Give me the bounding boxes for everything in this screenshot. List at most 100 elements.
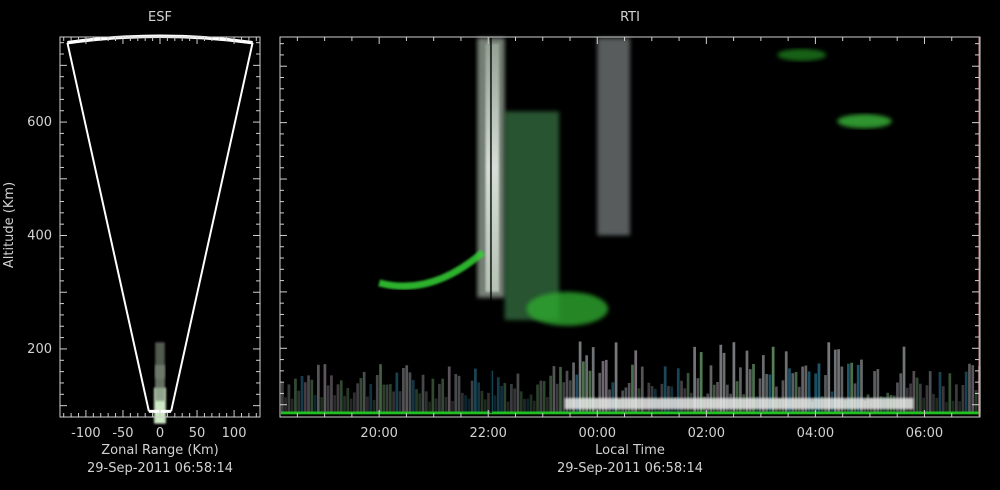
esf-x-tick-label: -50 [112, 426, 133, 441]
rti-bottom-streak [938, 371, 942, 414]
rti-bottom-streak [958, 401, 962, 414]
rti-bottom-streak [513, 388, 517, 414]
rti-x-tick-label: 00:00 [579, 426, 616, 441]
rti-bottom-streak [359, 378, 363, 414]
rti-bottom-streak [372, 400, 376, 414]
rti-bottom-streak [460, 392, 464, 414]
esf-x-tick-label: 0 [156, 426, 164, 441]
rti-bottom-streak [496, 377, 500, 414]
rti-bottom-streak [431, 378, 435, 414]
esf-echo [155, 342, 165, 379]
rti-bottom-streak [421, 374, 425, 414]
rti-bottom-streak [457, 375, 461, 414]
esf-y-tick-label: 600 [27, 115, 52, 130]
rti-bottom-streak [330, 375, 333, 414]
rti-bottom-streak [467, 398, 471, 414]
rti-bottom-streak [447, 366, 451, 414]
rti-timestamp: 29-Sep-2011 06:58:14 [557, 461, 703, 476]
rti-bottom-streak [451, 400, 454, 414]
rti-bottom-streak [480, 390, 484, 414]
rti-bottom-streak [477, 382, 481, 414]
rti-bottom-streak [336, 384, 340, 414]
rti-bottom-streak [408, 372, 412, 414]
rti-bottom-streak [519, 391, 523, 414]
esf-ticks: -100 -50 0 50 100 200 400 600 [27, 37, 260, 441]
rti-blob [526, 291, 609, 326]
rti-x-tick-label: 02:00 [688, 426, 725, 441]
rti-bottom-streak [349, 398, 353, 414]
rti-bottom-streak [935, 397, 939, 414]
rti-bottom-streak [352, 392, 356, 414]
rti-bottom-streak [343, 395, 346, 414]
rti-x-tick-label: 22:00 [469, 426, 506, 441]
rti-panel: RTI 20:00 22:00 00:00 02:00 04:00 06:00 Local… [279, 10, 981, 476]
rti-bottom-streak [385, 384, 389, 414]
esf-y-tick-label: 200 [27, 342, 52, 357]
rti-bottom-streak [500, 385, 503, 414]
rti-bottom-streak [444, 396, 448, 414]
rti-title: RTI [620, 10, 640, 25]
rti-bottom-streak [362, 371, 366, 414]
rti-bottom-streak [928, 371, 932, 414]
rti-bottom-streak [919, 383, 922, 414]
rti-bottom-streak [392, 391, 395, 414]
rti-plume [597, 38, 630, 236]
rti-bottom-streak [526, 398, 530, 414]
rti-bottom-streak [339, 380, 343, 414]
esf-ylabel: Altitude (Km) [2, 182, 17, 268]
rti-bottom-streak [941, 386, 945, 414]
rti-bottom-streak [516, 373, 520, 414]
rti-bottom-streak [411, 379, 415, 414]
rti-bottom-streak [532, 400, 536, 414]
rti-bottom-streak [968, 363, 971, 414]
rti-bottom-streak [333, 395, 337, 414]
rti-bottom-streak [375, 375, 379, 414]
rti-layer [378, 249, 486, 290]
rti-bottom-streak [441, 378, 445, 414]
rti-bottom-streak [415, 389, 418, 414]
rti-bottom-streak [346, 388, 350, 414]
rti-x-tick-label: 20:00 [360, 426, 397, 441]
rti-bottom-streak [552, 366, 556, 414]
rti-bottom-streak [284, 397, 287, 414]
esf-title: ESF [148, 10, 172, 25]
rti-bottom-streak [323, 364, 327, 414]
rti-bottom-streak [915, 377, 919, 414]
rti-plot-area [281, 38, 981, 415]
rti-bottom-streak [294, 378, 297, 414]
rti-bottom-streak [546, 397, 549, 414]
rti-bottom-streak [542, 381, 546, 414]
esf-timestamp: 29-Sep-2011 06:58:14 [87, 461, 233, 476]
rti-blob [837, 114, 892, 129]
rti-bottom-bright-band [564, 397, 914, 410]
esf-fan-left-edge [66, 42, 150, 412]
esf-x-tick-label: 50 [189, 426, 206, 441]
rti-bottom-streak [379, 364, 382, 414]
rti-bottom-streak [395, 372, 399, 414]
rti-bottom-streak [925, 385, 929, 414]
rti-baseline [281, 411, 979, 415]
esf-x-tick-label: -100 [71, 426, 101, 441]
rti-bottom-streak [313, 394, 317, 414]
rti-bottom-streak [470, 380, 474, 414]
esf-plot-area [66, 34, 254, 424]
rti-bottom-streak [951, 400, 955, 414]
rti-plume [504, 111, 560, 321]
esf-xlabel: Zonal Range (Km) [101, 443, 218, 458]
rti-bottom-streak [964, 371, 968, 414]
rti-bottom-streak [366, 396, 369, 414]
rti-bottom-streak [493, 395, 497, 414]
rti-bottom-streak [945, 401, 948, 414]
rti-bottom-streak [281, 382, 284, 414]
rti-bottom-streak [434, 398, 438, 414]
rti-bottom-streak [506, 401, 510, 414]
rti-bottom-streak [326, 385, 330, 414]
esf-fan-right-edge [170, 42, 254, 412]
rti-bottom-streak [464, 395, 467, 414]
rti-bottom-streak [510, 384, 513, 414]
rti-x-tick-label: 06:00 [906, 426, 943, 441]
rti-x-tick-label: 04:00 [797, 426, 834, 441]
rti-bottom-streak [483, 399, 487, 414]
rti-bottom-streak [418, 393, 422, 414]
rti-bottom-streak [307, 375, 310, 414]
